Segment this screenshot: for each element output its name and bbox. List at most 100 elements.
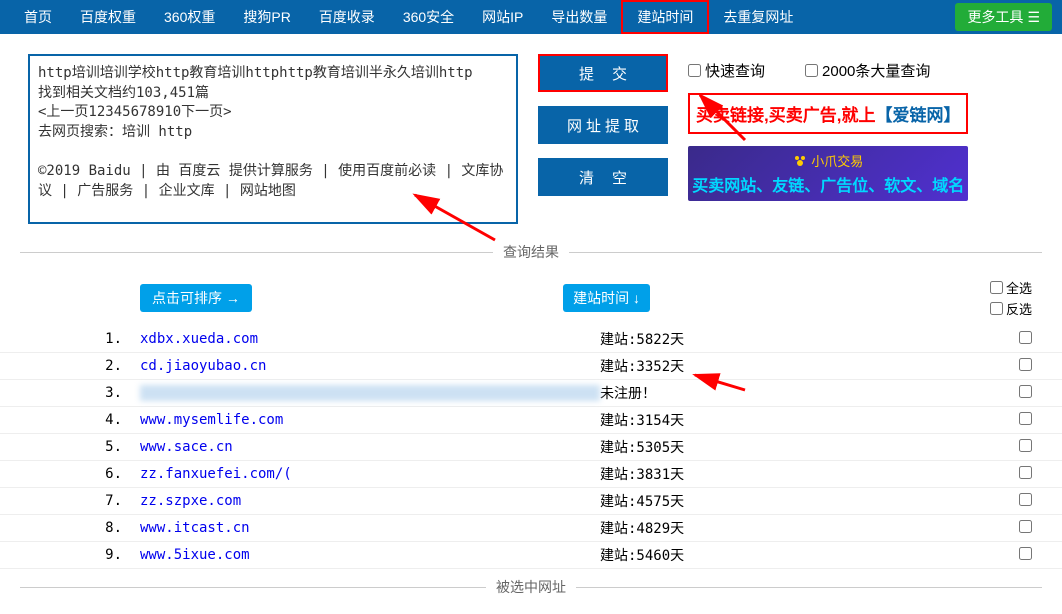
- row-checkbox-wrap: [1019, 493, 1032, 509]
- results-container: 1.xdbx.xueda.com建站:5822天2.cd.jiaoyubao.c…: [0, 326, 1062, 569]
- row-checkbox[interactable]: [1019, 358, 1032, 371]
- row-build-time: 建站:4575天: [600, 491, 920, 511]
- results-divider-label: 查询结果: [503, 242, 559, 262]
- ad1-text2: 【爱链网】: [875, 106, 960, 125]
- ad-banner-1[interactable]: 买卖链接,买卖广告,就上【爱链网】: [688, 93, 968, 134]
- paw-icon: [793, 154, 807, 168]
- checkbox-row: 快速查询 2000条大量查询: [688, 60, 968, 81]
- ad2-brand-row: 小爪交易: [692, 151, 964, 170]
- table-row: 9.www.5ixue.com建站:5460天: [0, 542, 1062, 569]
- row-number: 4.: [30, 412, 140, 428]
- row-checkbox[interactable]: [1019, 385, 1032, 398]
- nav-item-7[interactable]: 导出数量: [537, 0, 621, 34]
- row-url[interactable]: www.mysemlife.com: [140, 412, 600, 428]
- row-checkbox[interactable]: [1019, 331, 1032, 344]
- nav-item-0[interactable]: 首页: [10, 0, 66, 34]
- table-row: 4.www.mysemlife.com建站:3154天: [0, 407, 1062, 434]
- row-checkbox-wrap: [1019, 520, 1032, 536]
- result-header: 点击可排序 → 建站时间 ↓ 全选 反选: [0, 270, 1062, 326]
- nav-item-1[interactable]: 百度权重: [66, 0, 150, 34]
- invert-select-text: 反选: [1006, 299, 1032, 318]
- button-column: 提交 网址提取 清空: [538, 54, 668, 224]
- row-checkbox[interactable]: [1019, 466, 1032, 479]
- nav-item-4[interactable]: 百度收录: [305, 0, 389, 34]
- row-checkbox[interactable]: [1019, 547, 1032, 560]
- select-controls: 全选 反选: [990, 278, 1032, 318]
- nav-item-6[interactable]: 网站IP: [468, 0, 537, 34]
- row-checkbox-wrap: [1019, 412, 1032, 428]
- row-number: 8.: [30, 520, 140, 536]
- row-url[interactable]: www.sace.cn: [140, 439, 600, 455]
- table-row: 1.xdbx.xueda.com建站:5822天: [0, 326, 1062, 353]
- divider-line-left: [20, 252, 493, 253]
- select-all-text: 全选: [1006, 278, 1032, 297]
- nav-item-8[interactable]: 建站时间: [621, 0, 709, 34]
- row-url[interactable]: www.5ixue.com: [140, 547, 600, 563]
- row-build-time: 建站:3831天: [600, 464, 920, 484]
- fast-query-checkbox[interactable]: [688, 64, 701, 77]
- fast-query-text: 快速查询: [705, 60, 765, 81]
- row-number: 9.: [30, 547, 140, 563]
- row-url[interactable]: cd.jiaoyubao.cn: [140, 358, 600, 374]
- row-build-time: 未注册！: [600, 383, 920, 403]
- row-checkbox[interactable]: [1019, 493, 1032, 506]
- divider-line-right-2: [576, 587, 1042, 588]
- nav-item-2[interactable]: 360权重: [150, 0, 229, 34]
- invert-select-label[interactable]: 反选: [990, 299, 1032, 318]
- sort-button[interactable]: 点击可排序 →: [140, 284, 252, 312]
- divider-line-left-2: [20, 587, 486, 588]
- row-number: 3.: [30, 385, 140, 401]
- selected-divider: 被选中网址: [20, 577, 1042, 597]
- menu-icon: ☰: [1027, 9, 1040, 26]
- submit-button[interactable]: 提交: [538, 54, 668, 92]
- url-input-textarea[interactable]: [28, 54, 518, 224]
- row-url[interactable]: hidden.example.cn: [140, 385, 600, 401]
- row-checkbox[interactable]: [1019, 520, 1032, 533]
- row-url[interactable]: www.itcast.cn: [140, 520, 600, 536]
- table-row: 8.www.itcast.cn建站:4829天: [0, 515, 1062, 542]
- select-all-label[interactable]: 全选: [990, 278, 1032, 297]
- bulk-query-label[interactable]: 2000条大量查询: [805, 60, 930, 81]
- ad2-brand-text: 小爪交易: [811, 151, 863, 170]
- ad2-services-text: 买卖网站、友链、广告位、软文、域名: [692, 172, 964, 196]
- row-checkbox-wrap: [1019, 331, 1032, 347]
- nav-more-tools[interactable]: 更多工具☰: [955, 3, 1052, 31]
- table-row: 3.hidden.example.cn未注册！: [0, 380, 1062, 407]
- table-row: 7.zz.szpxe.com建站:4575天: [0, 488, 1062, 515]
- row-build-time: 建站:5460天: [600, 545, 920, 565]
- clear-button[interactable]: 清空: [538, 158, 668, 196]
- invert-select-checkbox[interactable]: [990, 302, 1003, 315]
- bulk-query-checkbox[interactable]: [805, 64, 818, 77]
- row-checkbox-wrap: [1019, 358, 1032, 374]
- results-divider: 查询结果: [20, 242, 1042, 262]
- selected-divider-label: 被选中网址: [496, 577, 566, 597]
- row-url[interactable]: xdbx.xueda.com: [140, 331, 600, 347]
- row-url[interactable]: zz.szpxe.com: [140, 493, 600, 509]
- main-area: 提交 网址提取 清空 快速查询 2000条大量查询 买卖链接,买卖广告,就上【爱…: [0, 34, 1062, 234]
- ad-banner-2[interactable]: 小爪交易 买卖网站、友链、广告位、软文、域名: [688, 146, 968, 201]
- row-checkbox-wrap: [1019, 439, 1032, 455]
- row-build-time: 建站:5822天: [600, 329, 920, 349]
- build-time-sort-button[interactable]: 建站时间 ↓: [563, 284, 650, 312]
- nav-bar: 首页百度权重360权重搜狗PR百度收录360安全网站IP导出数量建站时间去重复网…: [0, 0, 1062, 34]
- row-number: 6.: [30, 466, 140, 482]
- row-number: 5.: [30, 439, 140, 455]
- row-checkbox[interactable]: [1019, 412, 1032, 425]
- row-checkbox-wrap: [1019, 466, 1032, 482]
- table-row: 6.zz.fanxuefei.com/(建站:3831天: [0, 461, 1062, 488]
- row-build-time: 建站:3154天: [600, 410, 920, 430]
- table-row: 2.cd.jiaoyubao.cn建站:3352天: [0, 353, 1062, 380]
- row-number: 2.: [30, 358, 140, 374]
- nav-item-3[interactable]: 搜狗PR: [229, 0, 304, 34]
- row-number: 1.: [30, 331, 140, 347]
- nav-item-9[interactable]: 去重复网址: [709, 0, 807, 34]
- fast-query-label[interactable]: 快速查询: [688, 60, 765, 81]
- row-url[interactable]: zz.fanxuefei.com/(: [140, 466, 600, 482]
- bulk-query-text: 2000条大量查询: [822, 60, 930, 81]
- select-all-checkbox[interactable]: [990, 281, 1003, 294]
- row-checkbox[interactable]: [1019, 439, 1032, 452]
- extract-url-button[interactable]: 网址提取: [538, 106, 668, 144]
- ad1-text1: 买卖链接,买卖广告,就上: [696, 106, 875, 125]
- row-build-time: 建站:5305天: [600, 437, 920, 457]
- nav-item-5[interactable]: 360安全: [389, 0, 468, 34]
